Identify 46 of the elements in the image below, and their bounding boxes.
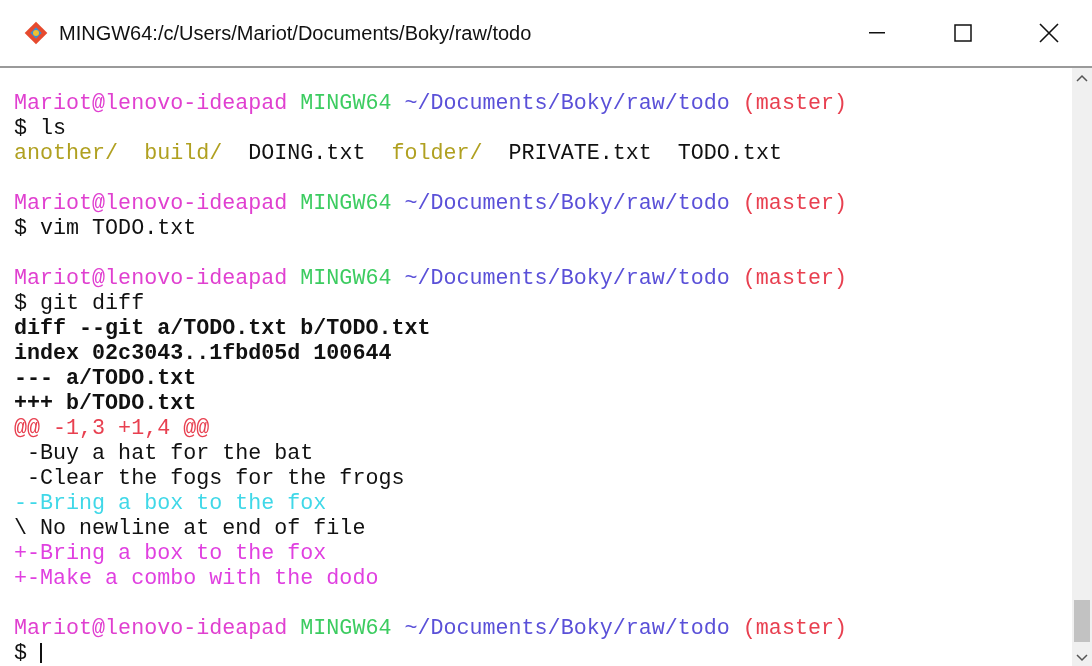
terminal-text: $ — [14, 641, 27, 666]
prompt-user: Mariot@lenovo-ideapad — [14, 191, 288, 216]
prompt-branch: (master) — [742, 266, 847, 291]
scroll-up-icon[interactable] — [1076, 74, 1088, 82]
prompt-branch: (master) — [742, 91, 847, 116]
terminal-text: $ ls — [14, 116, 67, 141]
prompt-user: Mariot@lenovo-ideapad — [14, 91, 288, 116]
terminal-text: -Buy a hat for the bat — [26, 441, 314, 466]
directory-name: folder/ — [391, 141, 483, 166]
terminal-text: \ No newline at end of file — [14, 516, 366, 541]
diff-header: diff --git a/TODO.txt b/TODO.txt — [14, 316, 431, 341]
prompt-branch: (master) — [742, 616, 847, 641]
diff-hunk-header: @@ -1,3 +1,4 @@ — [14, 416, 210, 441]
directory-name: another/ — [14, 141, 119, 166]
prompt-host: MINGW64 — [300, 266, 392, 291]
file-name: PRIVATE.txt — [508, 141, 652, 166]
prompt-path: ~/Documents/Boky/raw/todo — [404, 616, 730, 641]
added-line: +-Bring a box to the fox — [14, 541, 327, 566]
terminal-text: $ vim TODO.txt — [14, 216, 197, 241]
prompt-user: Mariot@lenovo-ideapad — [14, 616, 288, 641]
minimize-icon — [869, 32, 885, 34]
directory-name: build/ — [144, 141, 223, 166]
maximize-icon — [954, 24, 972, 42]
close-icon — [1039, 23, 1059, 43]
diff-header: +++ b/TODO.txt — [14, 391, 197, 416]
prompt-branch: (master) — [742, 191, 847, 216]
scroll-down-icon[interactable] — [1076, 654, 1088, 662]
scrollbar[interactable] — [1072, 68, 1092, 666]
window-title: MINGW64:/c/Users/Mariot/Documents/Boky/raw/todo — [59, 21, 532, 46]
diff-header: --- a/TODO.txt — [14, 366, 197, 391]
terminal-text: -Clear the fogs for the frogs — [26, 466, 405, 491]
removed-line: --Bring a box to the fox — [14, 491, 327, 516]
prompt-user: Mariot@lenovo-ideapad — [14, 266, 288, 291]
added-line: +-Make a combo with the dodo — [14, 566, 379, 591]
prompt-path: ~/Documents/Boky/raw/todo — [404, 266, 730, 291]
scrollbar-thumb[interactable] — [1074, 600, 1090, 642]
prompt-path: ~/Documents/Boky/raw/todo — [404, 91, 730, 116]
file-name: TODO.txt — [677, 141, 782, 166]
prompt-path: ~/Documents/Boky/raw/todo — [404, 191, 730, 216]
prompt-host: MINGW64 — [300, 91, 392, 116]
prompt-host: MINGW64 — [300, 616, 392, 641]
file-name: DOING.txt — [248, 141, 366, 166]
diff-header: index 02c3043..1fbd05d 100644 — [14, 341, 392, 366]
terminal-text: $ git diff — [14, 291, 145, 316]
prompt-host: MINGW64 — [300, 191, 392, 216]
cursor-caret — [40, 643, 42, 664]
